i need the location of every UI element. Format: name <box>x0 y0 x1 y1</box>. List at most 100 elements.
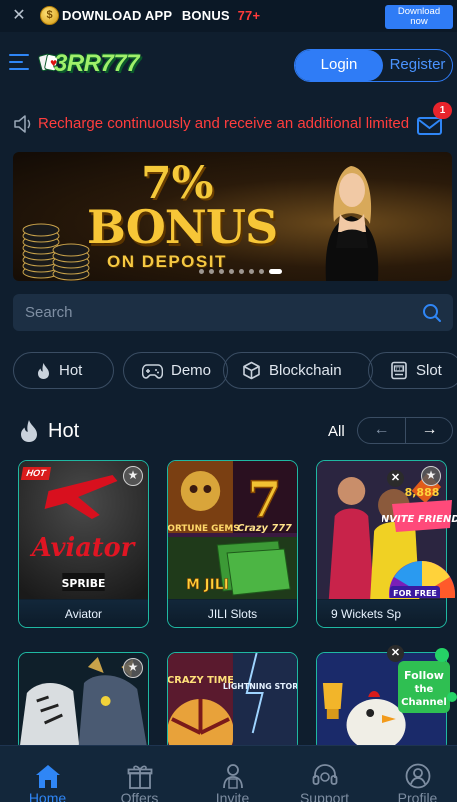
favorite-star-icon[interactable]: ★ <box>123 466 143 486</box>
close-icon[interactable]: ✕ <box>387 645 404 662</box>
provider-text: SPRIBE <box>62 577 106 590</box>
invite-friends-text: INVITE FRIENDS <box>382 514 457 525</box>
lightning-storm-text: LIGHTNING STORM <box>223 682 297 691</box>
category-label: Hot <box>59 362 83 379</box>
banner-dot[interactable] <box>249 269 254 274</box>
banner-dot[interactable] <box>219 269 224 274</box>
casino-chips-image <box>22 223 90 281</box>
auth-toggle: Login Register <box>294 49 453 82</box>
nav-profile[interactable]: Profile <box>372 746 457 802</box>
aviator-logo-text: Aviator <box>29 533 137 563</box>
category-demo[interactable]: Demo <box>123 352 228 389</box>
view-all-link[interactable]: All <box>328 423 345 440</box>
hot-badge: HOT <box>20 467 52 480</box>
gift-icon <box>127 765 152 789</box>
game-card-tiger-dragon[interactable]: ★ <box>18 652 149 752</box>
next-arrow-button[interactable]: → <box>406 418 453 443</box>
banner-dot[interactable] <box>269 269 282 274</box>
section-title: Hot <box>48 420 80 442</box>
slot-machine-icon: 777 <box>391 361 407 380</box>
category-blockchain[interactable]: Blockchain <box>223 352 373 389</box>
game-card-jili-slots[interactable]: 7 FORTUNE GEMS Crazy 777 M JILI JILI Slo… <box>167 460 298 628</box>
close-icon[interactable]: ✕ <box>11 8 27 24</box>
nav-label: Support <box>299 790 350 802</box>
invite-amount-text: 8,888 <box>405 486 440 499</box>
category-slot[interactable]: 777 Slot <box>368 352 457 389</box>
menu-icon[interactable] <box>9 54 29 72</box>
crazy-time-lightning-storm-art: CRAZY TIME LIGHTNING STORM <box>168 653 297 751</box>
logo[interactable]: ♥ 3RR777 <box>38 48 140 82</box>
game-name: 9 Wickets Sp <box>317 600 446 627</box>
hot-section-header: Hot All ← → <box>0 415 457 449</box>
follow-channel-text: Channel <box>401 697 447 708</box>
game-name: Aviator <box>19 600 148 627</box>
download-app-text: DOWNLOAD APP BONUS 77+ <box>62 8 260 23</box>
category-hot[interactable]: Hot <box>13 352 114 389</box>
svg-text:7: 7 <box>247 470 281 529</box>
category-label: Demo <box>171 362 212 379</box>
promo-banner[interactable]: 7% BONUS ON DEPOSIT <box>13 152 452 281</box>
bottom-navigation: Home Offers Invite Support Profile <box>0 745 457 802</box>
nav-label: Invite <box>215 790 250 802</box>
flame-icon <box>21 420 37 442</box>
bonus-value: 77+ <box>237 8 261 23</box>
mail-badge: 1 <box>433 102 452 119</box>
logo-text: 3RR777 <box>54 50 140 77</box>
nav-label: Home <box>28 790 67 802</box>
fortune-gems-text: FORTUNE GEMS <box>168 524 240 534</box>
search-input[interactable] <box>13 294 413 331</box>
banner-model-image <box>325 166 379 281</box>
banner-dot[interactable] <box>239 269 244 274</box>
flame-icon <box>38 362 49 379</box>
prev-arrow-button[interactable]: ← <box>358 418 405 443</box>
jili-logo-text: M JILI <box>186 577 229 593</box>
download-app-bar: ✕ $ DOWNLOAD APP BONUS 77+ Download now <box>0 0 457 32</box>
jili-slots-art: 7 FORTUNE GEMS Crazy 777 M JILI <box>168 461 297 599</box>
close-icon[interactable]: ✕ <box>387 470 404 487</box>
home-icon <box>35 765 60 788</box>
register-button[interactable]: Register <box>383 50 452 81</box>
nav-invite[interactable]: Invite <box>187 746 278 802</box>
announcement-text: Recharge continuously and receive an add… <box>38 115 410 132</box>
download-now-button[interactable]: Download now <box>385 5 453 29</box>
search-icon[interactable] <box>422 303 442 323</box>
cube-icon <box>243 361 260 380</box>
download-app-label: DOWNLOAD APP <box>62 8 173 23</box>
banner-pagination <box>199 269 282 274</box>
invite-icon <box>222 764 243 789</box>
banner-dot[interactable] <box>199 269 204 274</box>
svg-text:777: 777 <box>395 366 404 372</box>
announcement-bar: Recharge continuously and receive an add… <box>0 105 457 143</box>
download-button-line2: now <box>410 16 428 27</box>
gamepad-icon <box>142 363 163 379</box>
nav-support[interactable]: Support <box>279 746 370 802</box>
header: ♥ 3RR777 Login Register <box>0 32 457 96</box>
headset-icon <box>312 764 337 785</box>
game-card-live-shows[interactable]: CRAZY TIME LIGHTNING STORM <box>167 652 298 752</box>
game-card-aviator[interactable]: Aviator SPRIBE HOT ★ Aviator <box>18 460 149 628</box>
coin-icon: $ <box>40 6 59 25</box>
banner-dot[interactable] <box>209 269 214 274</box>
nav-offers[interactable]: Offers <box>94 746 185 802</box>
banner-headline: BONUS <box>87 200 278 254</box>
search-bar <box>13 294 453 331</box>
follow-channel-promo[interactable]: Follow the Channel ✕ <box>382 645 457 715</box>
banner-dot[interactable] <box>229 269 234 274</box>
nav-label: Profile <box>397 790 438 802</box>
nav-label: Offers <box>120 790 159 802</box>
invite-friends-promo[interactable]: INVITE FRIENDS 8,888 FOR FREE ✕ <box>377 466 457 627</box>
login-button[interactable]: Login <box>295 50 383 81</box>
speaker-icon <box>14 115 31 133</box>
category-label: Slot <box>416 362 442 379</box>
carousel-pager: ← → <box>357 417 453 444</box>
banner-dot[interactable] <box>259 269 264 274</box>
nav-home[interactable]: Home <box>2 746 93 802</box>
category-label: Blockchain <box>269 362 342 379</box>
favorite-star-icon[interactable]: ★ <box>123 658 143 678</box>
crazy-777-text: Crazy 777 <box>237 523 292 534</box>
invite-wheel-text: FOR FREE <box>393 589 437 598</box>
category-tabs: Hot Demo Blockchain 777 Slot <box>13 352 457 390</box>
profile-icon <box>405 763 430 789</box>
game-name: JILI Slots <box>168 600 297 627</box>
bonus-label: BONUS <box>181 8 230 23</box>
